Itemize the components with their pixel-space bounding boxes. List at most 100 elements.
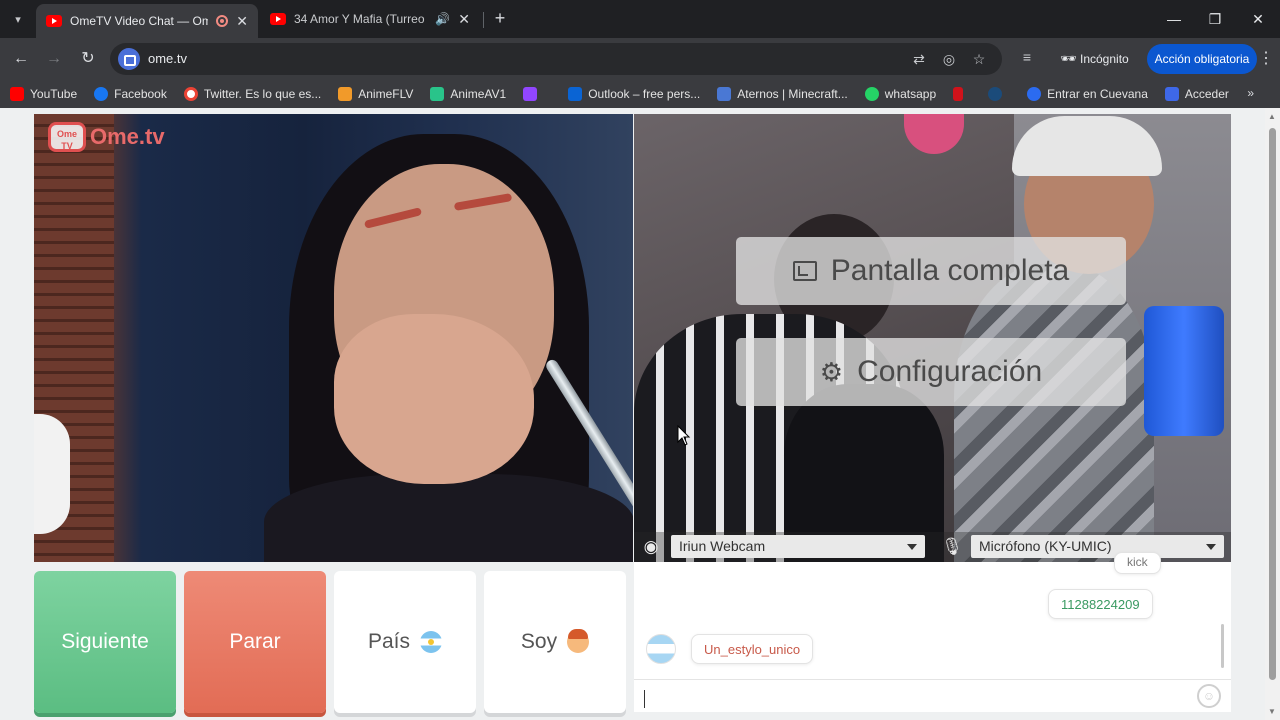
back-button[interactable]: ← xyxy=(10,48,32,70)
bookmark-label: AnimeFLV xyxy=(358,87,414,101)
bookmark-label: Acceder xyxy=(1184,87,1229,101)
tab-divider xyxy=(483,12,484,28)
bookmark-steam[interactable] xyxy=(988,87,1010,101)
address-bar[interactable]: ome.tv ⇄ ◎ ☆ xyxy=(110,43,1002,75)
bookmark-label: Facebook xyxy=(114,87,167,101)
logo-text: Ome.tv xyxy=(90,124,165,149)
eye-off-icon[interactable]: ◎ xyxy=(940,50,958,68)
incognito-label: Incógnito xyxy=(1080,52,1129,66)
steam-icon xyxy=(988,87,1003,101)
microphone-select[interactable]: Micrófono (KY-UMIC) xyxy=(971,535,1224,558)
forward-button[interactable]: → xyxy=(43,48,65,70)
fullscreen-button[interactable]: Pantalla completa xyxy=(736,237,1126,305)
mouse-cursor-icon xyxy=(677,425,691,446)
bookmarks-overflow-icon[interactable]: » xyxy=(1247,86,1254,100)
stop-label: Parar xyxy=(229,630,281,653)
bookmark-outlook[interactable]: Outlook – free pers... xyxy=(568,87,700,101)
translate-icon[interactable]: ⇄ xyxy=(910,50,928,68)
next-button[interactable]: Siguiente xyxy=(34,571,176,713)
webcam-select[interactable]: Iriun Webcam xyxy=(671,535,925,558)
outlook-icon xyxy=(568,87,583,101)
balloon xyxy=(904,114,964,154)
minimize-button[interactable]: — xyxy=(1154,6,1194,32)
tv-logo-icon: Ome TV xyxy=(48,122,86,152)
boy-icon xyxy=(567,629,590,653)
bookmark-star-icon[interactable]: ☆ xyxy=(970,50,988,68)
media-control-icon[interactable]: ≡ xyxy=(1017,49,1037,69)
text-caret xyxy=(644,690,645,708)
person-camo-jacket xyxy=(954,264,1154,562)
aternos-icon xyxy=(717,87,732,101)
bookmark-aternos[interactable]: Aternos | Minecraft... xyxy=(717,87,848,101)
page-scrollbar[interactable]: ▲ ▼ xyxy=(1265,108,1280,720)
tab-search-icon[interactable]: ▾ xyxy=(6,8,30,30)
bookmark-twitter[interactable]: Twitter. Es lo que es... xyxy=(183,87,322,101)
bookmark-animeflv[interactable]: AnimeFLV xyxy=(338,87,413,101)
bookmark-whatsapp[interactable]: whatsapp xyxy=(864,87,937,101)
tab-ometv[interactable]: OmeTV Video Chat — Ome ✕ xyxy=(36,4,258,38)
tab-title: OmeTV Video Chat — Ome xyxy=(70,14,209,28)
person-sleeve xyxy=(34,414,70,534)
bookmark-animeav1[interactable]: AnimeAV1 xyxy=(430,87,506,101)
webcam-select-value: Iriun Webcam xyxy=(679,538,766,554)
country-label: País xyxy=(367,630,411,653)
bookmark-label: whatsapp xyxy=(884,87,937,101)
red-app-icon xyxy=(953,87,964,101)
restore-button[interactable]: ❐ xyxy=(1195,6,1235,32)
url-text[interactable]: ome.tv xyxy=(148,51,187,66)
chevron-down-icon xyxy=(1206,544,1216,550)
bookmark-label: AnimeAV1 xyxy=(450,87,507,101)
ometv-logo: Ome TV Ome.tv xyxy=(48,122,165,152)
speaker-icon[interactable]: 🔊 xyxy=(435,12,450,26)
new-tab-button[interactable]: + xyxy=(490,8,510,30)
chat-input[interactable]: ☺ xyxy=(634,679,1231,712)
menu-kebab-icon[interactable]: ⋮ xyxy=(1258,48,1274,70)
youtube-favicon-icon xyxy=(46,15,62,27)
chevron-down-icon xyxy=(907,544,917,550)
chat-message: Un_estylo_unico xyxy=(691,634,814,664)
fullscreen-label: Pantalla completa xyxy=(830,254,1070,287)
bookmark-label: YouTube xyxy=(30,87,78,101)
person-cap xyxy=(1012,116,1162,176)
close-tab-icon[interactable]: ✕ xyxy=(458,11,470,28)
youtube-icon xyxy=(10,87,24,101)
scroll-thumb[interactable] xyxy=(1269,128,1276,680)
incognito-badge[interactable]: 🕶 Incógnito xyxy=(1050,44,1139,74)
bookmark-youtube[interactable]: YouTube xyxy=(10,87,77,101)
tab-music[interactable]: 34 Amor Y Mafia (Turreo Ed 🔊 ✕ xyxy=(260,4,480,34)
chat-panel: kick 11288224209 Un_estylo_unico ☺ xyxy=(634,552,1231,712)
person-body xyxy=(264,474,633,562)
own-video: Pantalla completa ⚙ Configuración ◉ Iriu… xyxy=(634,114,1231,562)
bookmark-red[interactable] xyxy=(953,87,971,101)
close-tab-icon[interactable]: ✕ xyxy=(236,13,248,30)
bookmark-twitch[interactable] xyxy=(523,87,551,101)
animeflv-icon xyxy=(338,87,353,101)
close-window-button[interactable]: ✕ xyxy=(1238,6,1278,32)
chat-scrollbar[interactable] xyxy=(1221,624,1224,668)
scroll-down-icon[interactable]: ▼ xyxy=(1268,707,1276,716)
microphone-icon: 🎙 xyxy=(941,537,963,556)
emoji-icon[interactable]: ☺ xyxy=(1197,684,1221,708)
scroll-up-icon[interactable]: ▲ xyxy=(1268,112,1276,121)
bookmark-label: Twitter. Es lo que es... xyxy=(203,87,322,101)
incognito-icon: 🕶 xyxy=(1060,51,1077,66)
settings-button[interactable]: ⚙ Configuración xyxy=(736,338,1126,406)
bookmark-label: Entrar en Cuevana xyxy=(1047,87,1148,101)
acceder-icon xyxy=(1164,87,1179,101)
site-info-icon[interactable] xyxy=(118,48,140,70)
bookmark-cuevana[interactable]: Entrar en Cuevana xyxy=(1027,87,1148,101)
stop-button[interactable]: Parar xyxy=(184,571,326,713)
bookmark-facebook[interactable]: Facebook xyxy=(94,87,167,101)
chat-message: kick xyxy=(1114,552,1161,574)
gender-button[interactable]: Soy xyxy=(484,571,626,713)
action-required-button[interactable]: Acción obligatoria xyxy=(1147,44,1257,74)
bookmark-acceder[interactable]: Acceder xyxy=(1164,87,1229,101)
bookmark-label: Aternos | Minecraft... xyxy=(737,87,848,101)
youtube-favicon-icon xyxy=(270,13,286,25)
next-label: Siguiente xyxy=(61,630,149,653)
chat-message: 11288224209 xyxy=(1048,589,1153,619)
reload-button[interactable]: ↻ xyxy=(77,48,99,70)
blue-cup xyxy=(1144,306,1224,436)
country-button[interactable]: País xyxy=(334,571,476,713)
microphone-select-value: Micrófono (KY-UMIC) xyxy=(979,538,1112,554)
